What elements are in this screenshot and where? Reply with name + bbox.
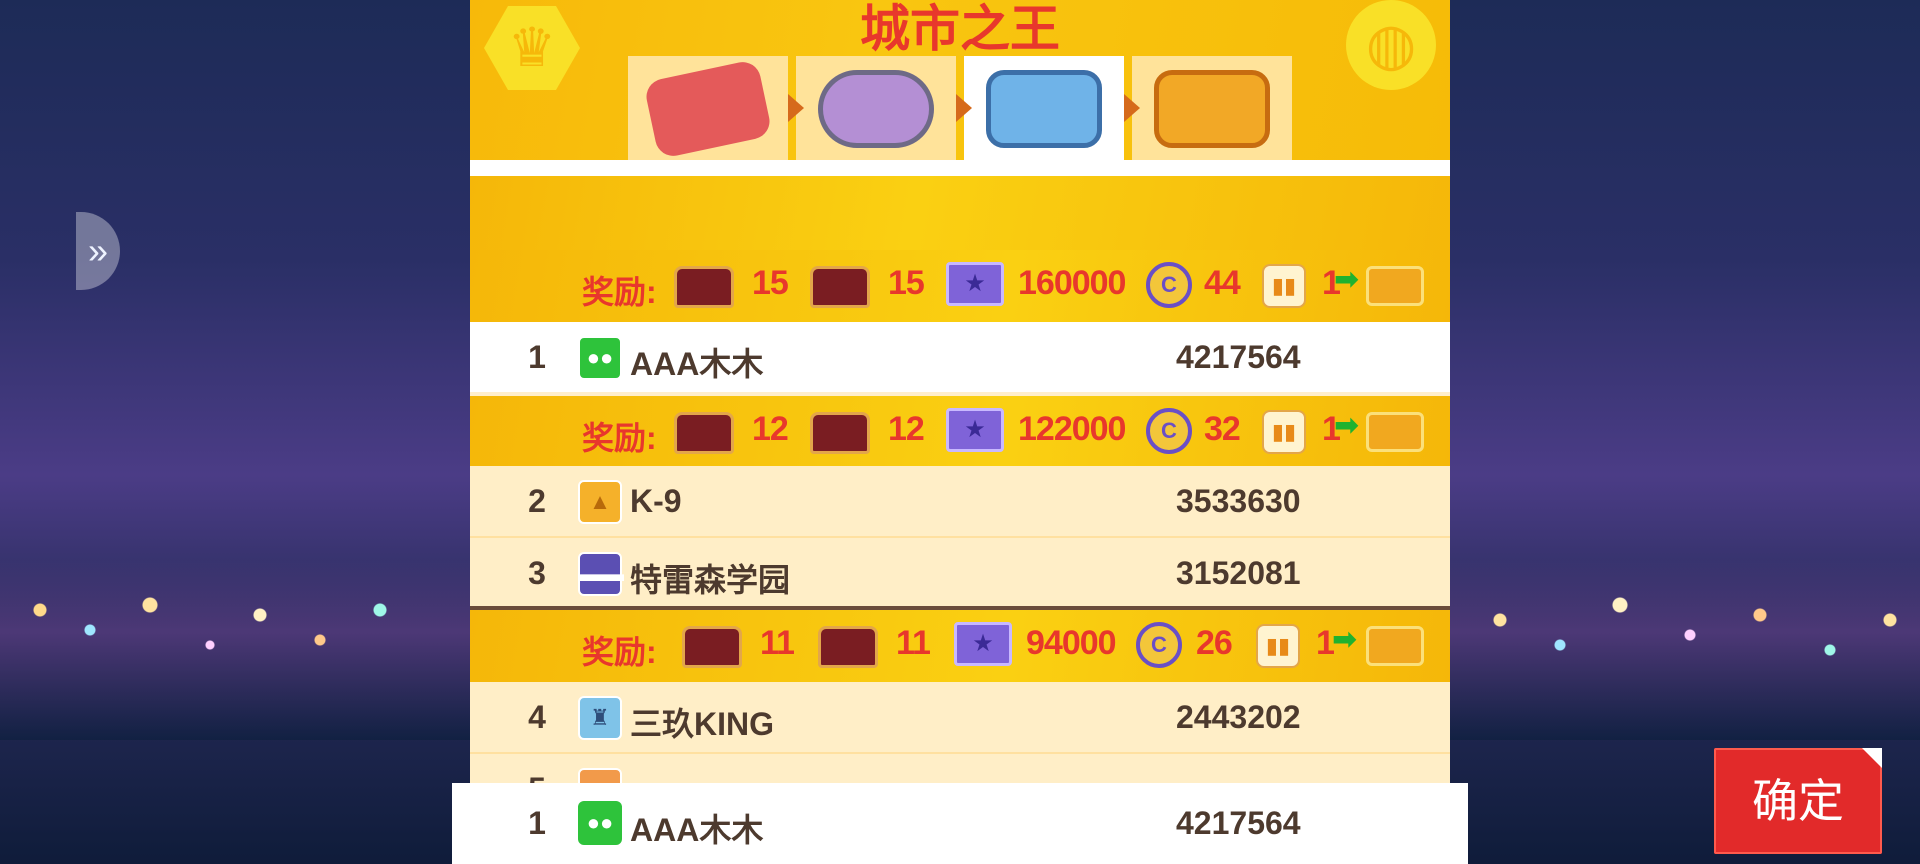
upgrade-arrow-icon: ➡ (1332, 623, 1358, 656)
row-name: K-9 (630, 483, 682, 519)
side-expand-button[interactable]: » (76, 212, 120, 290)
tier-3-tile[interactable] (964, 56, 1140, 160)
chevron-right-icon: » (87, 230, 109, 271)
tier-progress (628, 56, 1292, 160)
ticket-count: 160000 (1018, 264, 1126, 302)
row-score: 3152081 (1176, 555, 1301, 591)
ticket-count: 94000 (1026, 624, 1117, 662)
tier-arrow-icon (1124, 94, 1140, 122)
reward-label: 奖励: (582, 420, 657, 456)
chest-count: 12 (752, 410, 789, 448)
tier-arrow-icon (956, 94, 972, 122)
upgrade-arrow-icon: ➡ (1334, 263, 1360, 296)
leaderboard-header: ♛ 城市之王 ◍ (470, 0, 1450, 160)
chest-icon (674, 266, 734, 308)
bottles-icon: ▮▮ (1256, 624, 1300, 668)
row-rank: 1 (528, 339, 546, 375)
table-row[interactable]: 1 ●● AAA木木 4217564 (470, 322, 1450, 392)
gold-badge-icon (1366, 626, 1424, 666)
table-row[interactable]: 4 ♜ 三玖KING 2443202 (470, 682, 1450, 752)
my-rank: 1 (528, 805, 546, 841)
reward-row: 奖励: 15 15 ★ 160000 C 44 ▮▮ 1 ➡ (470, 250, 1450, 322)
table-row[interactable]: 3 ▬▬ 特雷森学园 3152081 (470, 538, 1450, 608)
chest-count: 15 (888, 264, 925, 302)
frog-icon: ●● (578, 801, 622, 845)
coin-count: 26 (1196, 624, 1233, 662)
reward-row: 奖励: 11 11 ★ 94000 C 26 ▮▮ 1 ➡ (470, 610, 1450, 682)
page-title: 城市之王 (860, 1, 1060, 57)
reward-row: 奖励: 12 12 ★ 122000 C 32 ▮▮ 1 ➡ (470, 396, 1450, 468)
my-score: 4217564 (1176, 805, 1301, 841)
ticket-icon: ★ (946, 408, 1004, 452)
row-name: 三玖KING (630, 706, 775, 742)
chest-count: 11 (896, 624, 931, 662)
tier-2-tile[interactable] (796, 56, 972, 160)
tier-arrow-icon (788, 94, 804, 122)
row-name: 特雷森学园 (630, 562, 791, 598)
chest-icon (810, 412, 870, 454)
corner-fold-icon (1862, 748, 1882, 768)
my-name: AAA木木 (630, 812, 764, 848)
tier-4-tile[interactable] (1132, 56, 1292, 160)
row-score: 2443202 (1176, 699, 1301, 735)
tier-1-tile[interactable] (628, 56, 804, 160)
chest-icon (818, 626, 878, 668)
bottles-icon: ▮▮ (1262, 410, 1306, 454)
reward-label: 奖励: (582, 274, 657, 310)
ticket-count: 122000 (1018, 410, 1126, 448)
chest-icon (674, 412, 734, 454)
chest-icon (810, 266, 870, 308)
my-rank-row[interactable]: 1 ●● AAA木木 4217564 (452, 783, 1468, 864)
upgrade-arrow-icon: ➡ (1334, 409, 1360, 442)
row-score: 4217564 (1176, 339, 1301, 375)
chest-icon (682, 626, 742, 668)
bottles-icon: ▮▮ (1262, 264, 1306, 308)
frog-icon: ●● (578, 336, 622, 380)
header-divider (470, 160, 1450, 176)
gold-badge-icon (1366, 412, 1424, 452)
tier-4-badge-icon (1154, 70, 1270, 148)
row-rank: 4 (528, 699, 546, 735)
coin-icon: C (1146, 262, 1192, 308)
tier-3-badge-icon (986, 70, 1102, 148)
row-name: AAA木木 (630, 346, 764, 382)
coin-icon: C (1146, 408, 1192, 454)
chest-count: 11 (760, 624, 795, 662)
sunglasses-icon: ▬▬ (578, 552, 624, 596)
triangle-icon: ▲ (578, 480, 622, 524)
coin-count: 44 (1204, 264, 1241, 302)
gold-badge-icon (1366, 266, 1424, 306)
table-row[interactable]: 2 ▲ K-9 3533630 (470, 466, 1450, 536)
coin-icon: C (1136, 622, 1182, 668)
row-score: 3533630 (1176, 483, 1301, 519)
chest-count: 15 (752, 264, 789, 302)
leaderboard-panel: ♛ 城市之王 ◍ 奖励: 15 15 ★ 160000 C 44 ▮▮ 1 ➡ … (470, 0, 1450, 864)
reward-label: 奖励: (582, 634, 657, 670)
row-rank: 2 (528, 483, 546, 519)
row-rank: 3 (528, 555, 546, 591)
chest-count: 12 (888, 410, 925, 448)
coin-count: 32 (1204, 410, 1241, 448)
tower-icon: ♜ (578, 696, 622, 740)
ticket-icon: ★ (954, 622, 1012, 666)
ticket-icon: ★ (946, 262, 1004, 306)
tier-2-badge-icon (818, 70, 934, 148)
tier-1-badge-icon (643, 58, 773, 160)
confirm-button[interactable]: 确定 (1714, 748, 1882, 854)
confirm-label: 确定 (1752, 775, 1844, 827)
globe-icon[interactable]: ◍ (1346, 0, 1436, 90)
